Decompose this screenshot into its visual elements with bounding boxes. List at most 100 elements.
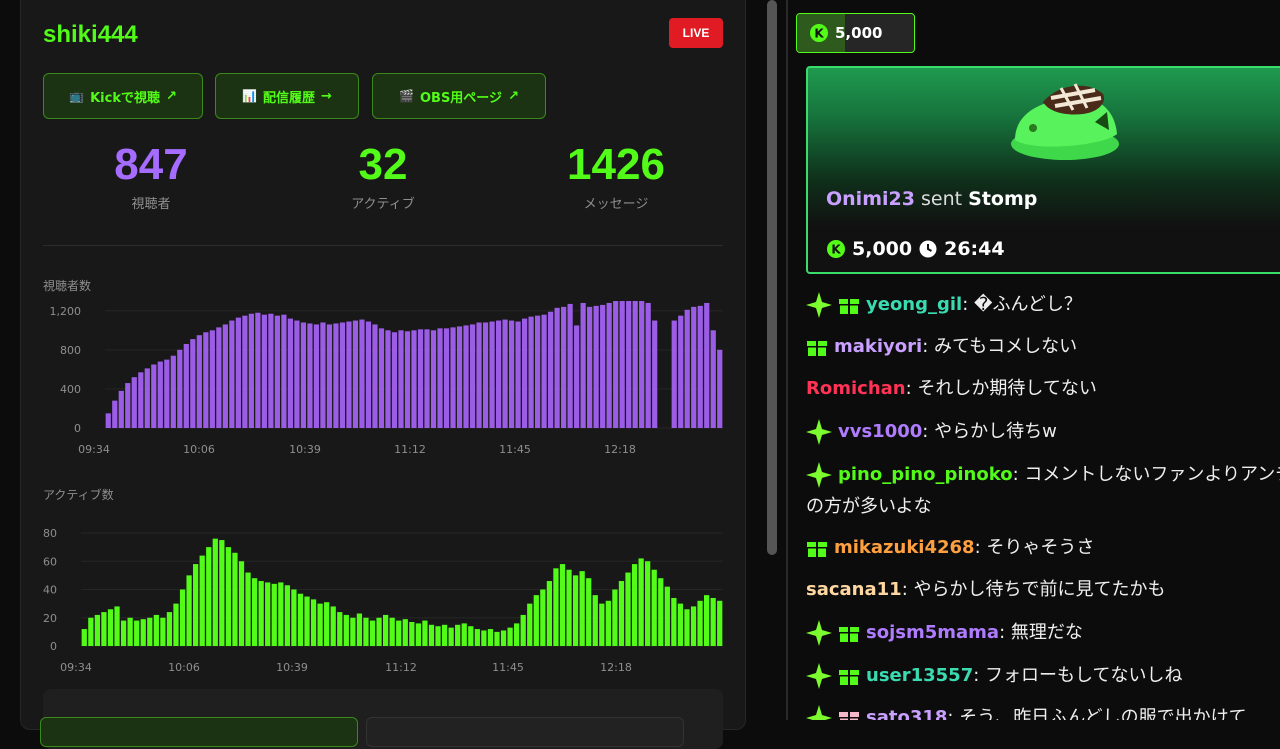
chart-bar — [274, 315, 280, 428]
chat-username[interactable]: makiyori — [834, 336, 922, 357]
chart-bar — [346, 321, 352, 428]
bottom-tab-secondary[interactable] — [366, 717, 684, 747]
chart-bar — [443, 328, 450, 428]
chart-bar — [651, 569, 657, 646]
chart-bar — [566, 569, 572, 646]
chart-bar — [482, 322, 489, 428]
chart-bar — [206, 547, 212, 646]
gift-badge-icon — [839, 670, 859, 685]
chat-message: makiyori: みてもコメしない — [806, 331, 1280, 362]
chart-bar — [138, 372, 144, 428]
gift-amount: 5,000 — [852, 238, 913, 260]
chart-bar — [402, 619, 408, 646]
viewers-stat: 847 視聴者 — [51, 140, 251, 212]
chart-bar — [94, 614, 100, 646]
x-tick-label: 10:39 — [276, 661, 308, 671]
chat-username[interactable]: Romichan — [806, 378, 906, 399]
chart-bar — [428, 624, 435, 646]
chat-username[interactable]: pino_pino_pinoko — [838, 464, 1013, 485]
x-tick-label: 11:12 — [394, 443, 426, 456]
stomp-shoe-image — [1011, 83, 1119, 160]
chart-bar — [540, 589, 546, 646]
chat-username[interactable]: sacana11 — [806, 579, 902, 600]
chart-bar — [310, 599, 317, 646]
chart-bar — [232, 552, 238, 646]
chart-bar — [179, 589, 186, 646]
chat-text: : みてもコメしない — [922, 336, 1078, 357]
chart-bar — [265, 582, 271, 646]
x-tick-label: 12:18 — [604, 443, 636, 456]
chart-bar — [411, 330, 417, 428]
chat-message: sacana11: やらかし待ちで前に見てたかも — [806, 574, 1280, 605]
chart-bar — [350, 617, 356, 646]
sparkle-badge-icon — [806, 705, 832, 720]
active-chart-title: アクティブ数 — [43, 488, 114, 502]
y-tick-label: 0 — [74, 422, 81, 435]
gift-meta: K 5,000 26:44 — [826, 238, 1005, 260]
pinned-gift-chip[interactable]: K 5,000 — [796, 13, 915, 53]
chat-username[interactable]: sojsm5mama — [866, 622, 999, 643]
gift-verb: sent — [921, 188, 963, 210]
chart-bar — [352, 320, 359, 428]
chart-bar — [294, 320, 300, 428]
chart-bar — [645, 302, 651, 428]
chat-message: mikazuki4268: そりゃそうさ — [806, 532, 1280, 563]
stream-history-label: 配信履歴 — [263, 90, 316, 106]
chart-bar — [441, 624, 448, 646]
chat-username[interactable]: mikazuki4268 — [834, 537, 975, 558]
gift-badge-icon — [839, 299, 859, 314]
chart-bar — [118, 390, 124, 428]
chat-username[interactable]: vvs1000 — [838, 421, 922, 442]
y-tick-label: 800 — [60, 344, 81, 357]
chart-bar — [645, 561, 651, 646]
stream-history-button[interactable]: 📊 配信履歴 → — [215, 73, 359, 119]
chat-username[interactable]: sato318 — [866, 707, 947, 720]
chart-bar — [710, 330, 716, 428]
chat-username[interactable]: user13557 — [866, 665, 973, 686]
chart-bar — [606, 302, 612, 428]
chart-bar — [476, 322, 482, 428]
chart-bar — [356, 613, 363, 646]
chart-bar — [339, 322, 346, 428]
chart-bar — [520, 614, 526, 646]
chart-bar — [684, 309, 690, 428]
chart-bar — [456, 326, 463, 428]
chart-bar — [101, 612, 107, 646]
x-tick-label: 11:45 — [499, 443, 531, 456]
x-tick-label: 10:06 — [183, 443, 215, 456]
chart-bar — [487, 629, 494, 646]
bar-chart-icon: 📊 — [242, 89, 258, 103]
scrollbar-thumb[interactable] — [767, 0, 777, 555]
chart-bar — [415, 623, 421, 646]
chat-message: yeong_gil: �ふんどし？ — [806, 289, 1280, 320]
chat-message: Romichan: それしか期待してない — [806, 373, 1280, 404]
chart-bar — [225, 547, 232, 646]
bottom-tab-primary[interactable] — [40, 717, 358, 747]
chart-bar — [652, 320, 658, 428]
active-stat: 32 アクティブ — [283, 140, 483, 212]
chart-bar — [409, 621, 415, 646]
chart-bar — [343, 614, 349, 646]
gift-sender[interactable]: Onimi23 — [826, 188, 915, 210]
viewers-chart-title: 視聴者数 — [43, 279, 92, 293]
live-badge: LIVE — [669, 18, 723, 48]
chart-bar — [626, 301, 632, 428]
chart-bar — [281, 314, 287, 428]
chat-text: : �ふんどし？ — [962, 294, 1082, 315]
clock-icon — [919, 240, 937, 258]
chart-bar — [619, 301, 625, 428]
chart-bar — [625, 572, 631, 646]
chart-bar — [300, 322, 307, 428]
chat-username[interactable]: yeong_gil — [866, 294, 962, 315]
obs-page-button[interactable]: 🎬 OBS用ページ ↗ — [372, 73, 546, 119]
watch-on-kick-button[interactable]: 📺 Kickで視聴 ↗ — [43, 73, 203, 119]
chart-bar — [238, 561, 245, 646]
chart-bar — [127, 617, 133, 646]
chart-bar — [424, 329, 430, 428]
chart-bar — [212, 538, 218, 646]
chart-bar — [521, 318, 528, 428]
chart-bar — [164, 359, 170, 428]
chart-bar — [469, 324, 476, 428]
svg-text:K: K — [814, 27, 824, 41]
chart-bar — [463, 325, 469, 428]
